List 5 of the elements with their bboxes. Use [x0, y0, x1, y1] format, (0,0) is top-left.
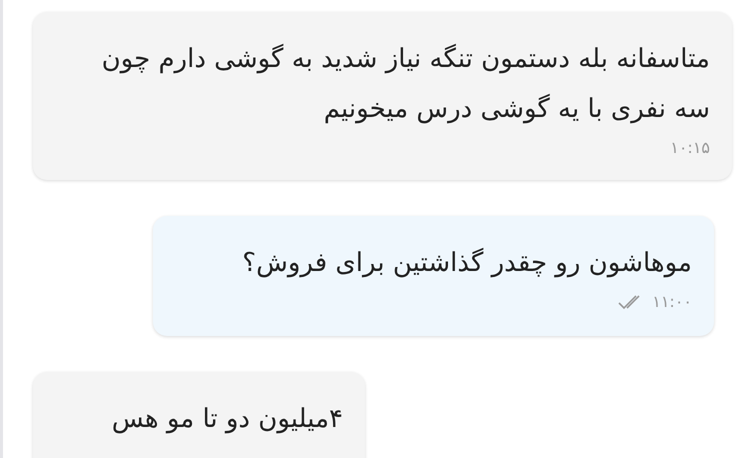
message-time: ۱۰:۱۵: [670, 138, 710, 157]
message-time: ۱۱:۰۰: [652, 292, 692, 311]
message-text: ۴میلیون دو تا مو هس: [110, 403, 343, 436]
message-text: موهاشون رو چقدر گذاشتین برای فروش؟: [241, 246, 692, 280]
message-text: متاسفانه بله دستمون تنگه نیاز شدید به گوشی دارم چون سه نفری با یه گوشی درس میخونیم: [100, 42, 710, 126]
